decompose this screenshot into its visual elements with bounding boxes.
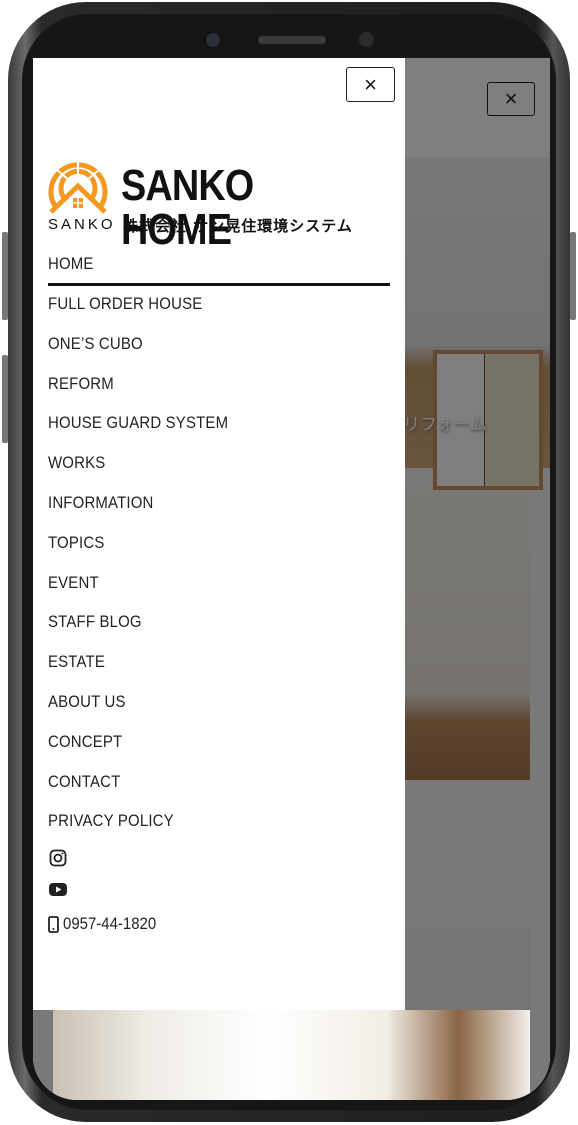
nav-item-house-guard-system[interactable]: HOUSE GUARD SYSTEM — [48, 409, 349, 449]
nav-item-label: FULL ORDER HOUSE — [48, 294, 203, 313]
nav-item-label: INFORMATION — [48, 492, 154, 512]
nav-item-full-order-house[interactable]: FULL ORDER HOUSE — [48, 290, 349, 330]
mobile-phone-icon — [48, 915, 59, 933]
nav-item-information[interactable]: INFORMATION — [48, 489, 349, 529]
nav-item-label: REFORM — [48, 373, 114, 393]
nav-item-concept[interactable]: CONCEPT — [48, 728, 349, 768]
nav-item-label: HOUSE GUARD SYSTEM — [48, 413, 229, 433]
nav-item-staff-blog[interactable]: STAFF BLOG — [48, 608, 349, 648]
power-button — [570, 232, 576, 320]
nav-item-home[interactable]: HOME — [48, 250, 390, 286]
nav-item-topics[interactable]: TOPICS — [48, 529, 349, 569]
menu-close-button[interactable]: × — [346, 67, 395, 102]
nav-item-label: HOME — [48, 254, 94, 273]
nav-item-event[interactable]: EVENT — [48, 569, 349, 609]
nav-item-label: PRIVACY POLICY — [48, 811, 174, 831]
nav-item-privacy-policy[interactable]: PRIVACY POLICY — [48, 807, 349, 847]
nav-item-label: STAFF BLOG — [48, 612, 142, 632]
logo-subtitle: 株式会社 サン晃住環境システム — [123, 217, 353, 235]
phone-link[interactable]: 0957-44-1820 — [48, 914, 169, 934]
nav-item-one-s-cubo[interactable]: ONE’S CUBO — [48, 330, 349, 370]
nav-item-estate[interactable]: ESTATE — [48, 648, 349, 688]
main-nav: HOME FULL ORDER HOUSE ONE’S CUBO REFORM HOUS… — [48, 250, 390, 847]
logo-mark-text: SANKO — [48, 216, 116, 233]
youtube-icon[interactable] — [48, 879, 68, 899]
logo-title: SANKO HOME — [121, 161, 254, 254]
nav-item-label: CONTACT — [48, 771, 121, 791]
camera — [204, 31, 222, 49]
staircase-image — [53, 1010, 530, 1100]
volume-up-button — [2, 232, 8, 320]
nav-item-works[interactable]: WORKS — [48, 449, 349, 489]
phone-number: 0957-44-1820 — [63, 914, 157, 933]
instagram-icon[interactable] — [48, 848, 68, 868]
nav-item-label: ONE’S CUBO — [48, 333, 143, 353]
volume-down-button — [2, 355, 8, 443]
nav-item-label: ABOUT US — [48, 691, 126, 711]
sanko-logo-mark-icon — [48, 158, 108, 214]
sensor — [359, 32, 374, 47]
nav-item-label: TOPICS — [48, 532, 105, 552]
sanko-home-logo[interactable]: SANKO SANKO HOME 株式会社 サン晃住環境システム — [47, 158, 377, 252]
nav-item-reform[interactable]: REFORM — [48, 370, 349, 410]
nav-item-label: ESTATE — [48, 652, 106, 672]
nav-item-label: CONCEPT — [48, 731, 123, 751]
nav-item-label: WORKS — [48, 453, 106, 473]
speaker — [258, 36, 326, 44]
side-menu: × SANKO SANKO HOME 株式会社 サン晃住環境システム HOME F… — [33, 58, 405, 1010]
screen: × リフォーム × SANKO SANKO HOME 株式会社 — [33, 58, 550, 1100]
nav-item-contact[interactable]: CONTACT — [48, 768, 349, 808]
nav-item-label: EVENT — [48, 572, 99, 592]
nav-item-about-us[interactable]: ABOUT US — [48, 688, 349, 728]
